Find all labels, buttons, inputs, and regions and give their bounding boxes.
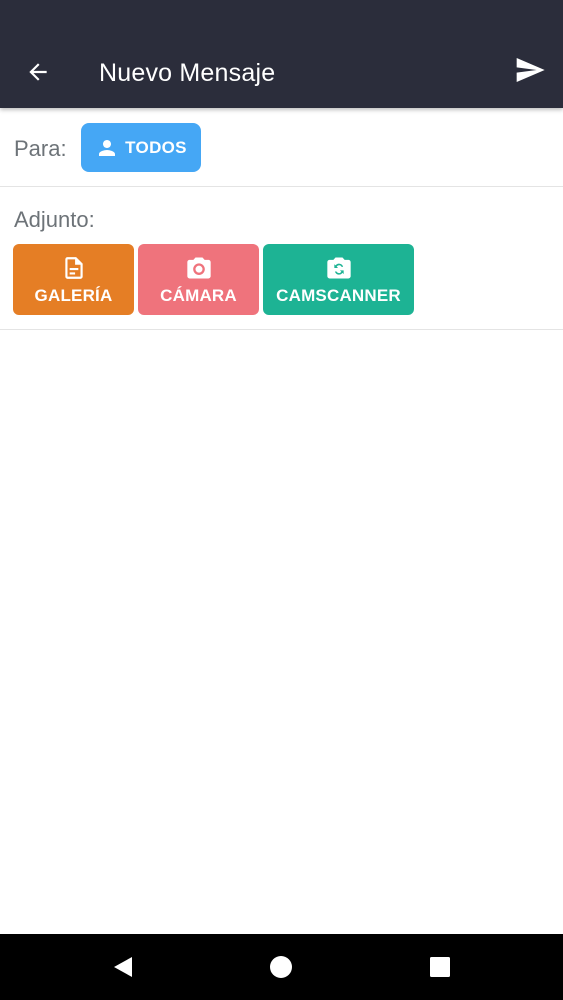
recipient-chip-label: TODOS [125,137,187,157]
camscanner-button[interactable]: CAMSCANNER [263,244,414,315]
send-button[interactable] [504,48,556,92]
recipient-todos-button[interactable]: TODOS [81,123,201,172]
nav-home-icon [270,956,292,978]
system-nav-bar [0,934,563,1000]
nav-home-button[interactable] [259,945,303,989]
back-button[interactable] [14,50,62,94]
app-bar: Nuevo Mensaje [0,0,563,108]
camera-button[interactable]: CÁMARA [138,244,259,315]
nav-recent-icon [430,957,450,977]
send-icon [516,58,545,82]
attachment-row: Adjunto: GALERÍA CÁMARA CAMSCANNER [0,187,563,330]
nav-back-icon [114,957,132,977]
camscanner-button-label: CAMSCANNER [276,285,401,305]
nav-back-button[interactable] [101,945,145,989]
gallery-button[interactable]: GALERÍA [13,244,134,315]
camera-icon [186,257,211,278]
screen: Nuevo Mensaje Para: TODOS Adjunto: GALER… [0,0,563,1000]
recipient-label: Para: [14,136,67,161]
attachment-label: Adjunto: [14,207,95,232]
camera-button-label: CÁMARA [160,285,237,305]
arrow-left-icon [29,63,47,81]
page-title: Nuevo Mensaje [99,59,276,87]
gallery-button-label: GALERÍA [34,285,113,305]
person-icon [99,139,116,156]
document-icon [64,256,83,279]
recipient-row: Para: TODOS [0,110,563,187]
nav-recent-button[interactable] [418,945,462,989]
camera-rotate-icon [326,257,351,278]
